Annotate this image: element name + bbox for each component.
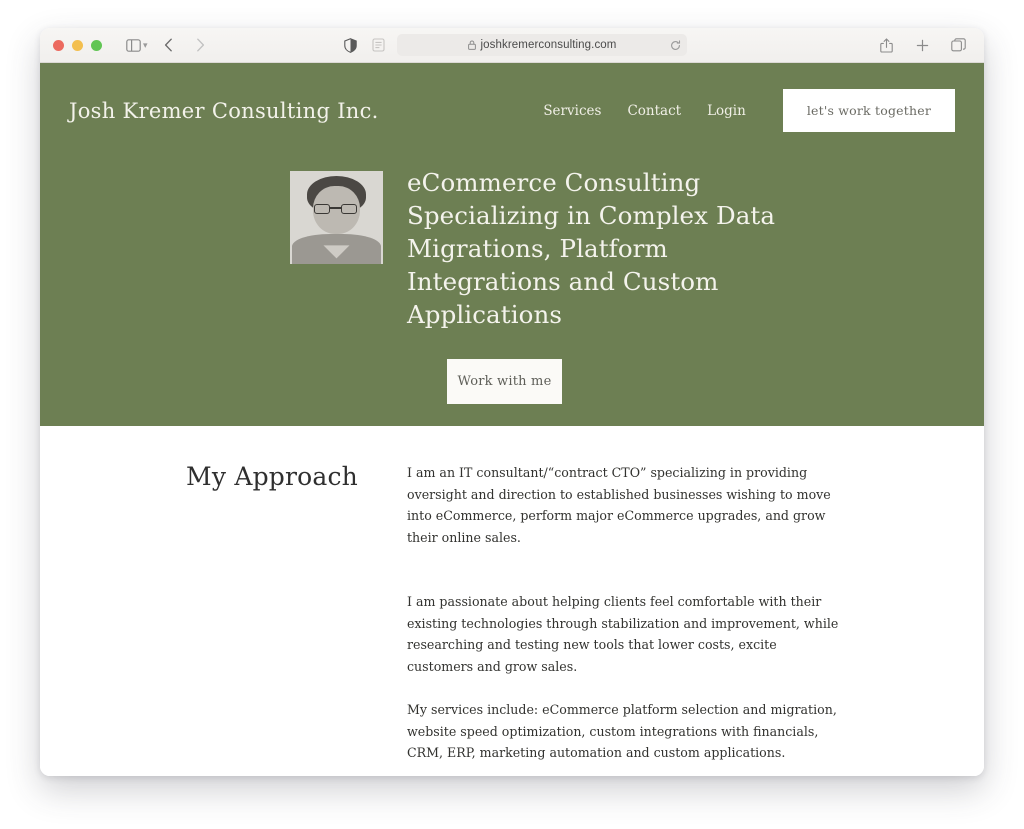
maximize-window-button[interactable] — [91, 39, 102, 51]
plus-icon[interactable] — [909, 33, 935, 57]
portrait-photo — [290, 171, 383, 264]
work-with-me-button[interactable]: Work with me — [447, 359, 562, 404]
hero-section: Josh Kremer Consulting Inc. Services Con… — [40, 63, 984, 426]
window-controls — [53, 39, 102, 51]
toolbar-right-controls — [873, 33, 971, 57]
share-icon[interactable] — [873, 33, 899, 57]
close-window-button[interactable] — [53, 39, 64, 51]
back-arrow-icon[interactable] — [156, 33, 182, 57]
nav-item-login[interactable]: Login — [694, 103, 759, 119]
address-zone: joshkremerconsulting.com — [337, 33, 687, 57]
approach-heading-column: My Approach — [40, 462, 407, 776]
chevron-down-icon[interactable]: ▾ — [143, 40, 148, 50]
approach-paragraph-2: I am passionate about helping clients fe… — [407, 594, 839, 674]
lets-work-together-button[interactable]: let's work together — [782, 89, 955, 132]
privacy-shield-icon[interactable] — [337, 33, 363, 57]
page-viewport: Josh Kremer Consulting Inc. Services Con… — [40, 63, 984, 776]
hero-body: eCommerce Consulting Specializing in Com… — [40, 166, 984, 331]
site-header: Josh Kremer Consulting Inc. Services Con… — [40, 63, 984, 132]
reader-mode-icon[interactable] — [365, 33, 391, 57]
forward-arrow-icon[interactable] — [188, 33, 214, 57]
address-bar[interactable]: joshkremerconsulting.com — [397, 34, 687, 56]
approach-section: My Approach I am an IT consultant/“contr… — [40, 426, 984, 776]
approach-paragraph-3: My services include: eCommerce platform … — [407, 702, 837, 760]
site-logo[interactable]: Josh Kremer Consulting Inc. — [69, 99, 379, 123]
approach-paragraph-1: I am an IT consultant/“contract CTO” spe… — [407, 465, 831, 545]
browser-toolbar: ▾ joshkremerconsulting.com — [40, 28, 984, 63]
approach-title: My Approach — [186, 462, 358, 491]
browser-window: ▾ joshkremerconsulting.com Josh Kremer C… — [40, 28, 984, 776]
nav-item-services[interactable]: Services — [530, 103, 614, 119]
reload-icon[interactable] — [670, 39, 681, 51]
approach-text-column: I am an IT consultant/“contract CTO” spe… — [407, 462, 984, 776]
nav-item-contact[interactable]: Contact — [614, 103, 694, 119]
hero-heading: eCommerce Consulting Specializing in Com… — [407, 168, 776, 329]
navigation-controls — [156, 33, 214, 57]
lock-icon — [467, 40, 476, 50]
sidebar-controls: ▾ — [120, 33, 148, 57]
main-nav: Services Contact Login let's work togeth… — [530, 89, 955, 132]
tab-overview-icon[interactable] — [945, 33, 971, 57]
url-text: joshkremerconsulting.com — [480, 39, 617, 51]
page-tools — [337, 33, 391, 57]
minimize-window-button[interactable] — [72, 39, 83, 51]
